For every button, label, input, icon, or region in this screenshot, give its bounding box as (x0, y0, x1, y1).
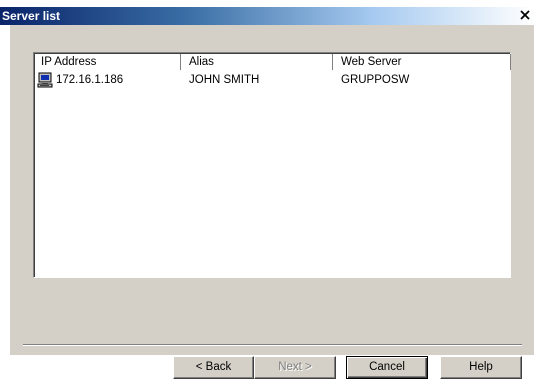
next-button[interactable]: Next > (254, 356, 336, 379)
computer-icon (37, 72, 57, 88)
web-server-cell: GRUPPOSW (341, 74, 410, 86)
server-listview[interactable]: IP Address Alias Web Server 172.16.1.186… (33, 52, 511, 278)
close-button[interactable] (518, 8, 532, 22)
title-bar[interactable]: Server list (0, 7, 534, 25)
cancel-button[interactable]: Cancel (346, 356, 428, 379)
dialog-body: IP Address Alias Web Server 172.16.1.186… (10, 25, 534, 379)
button-divider-highlight (23, 345, 522, 346)
list-header: IP Address Alias Web Server (35, 54, 511, 71)
column-header-web-server[interactable]: Web Server (335, 54, 511, 70)
list-item[interactable]: 172.16.1.186 JOHN SMITH GRUPPOSW (35, 72, 509, 88)
back-button[interactable]: < Back (173, 356, 254, 379)
help-button[interactable]: Help (440, 356, 522, 379)
ip-address-cell: 172.16.1.186 (56, 74, 124, 86)
window-title: Server list (2, 9, 61, 23)
close-icon (520, 10, 530, 20)
alias-cell: JOHN SMITH (189, 74, 260, 86)
column-header-ip-address[interactable]: IP Address (35, 54, 181, 70)
server-list-window: Server list IP Address Alias Web Server (0, 0, 534, 390)
column-header-alias[interactable]: Alias (183, 54, 333, 70)
